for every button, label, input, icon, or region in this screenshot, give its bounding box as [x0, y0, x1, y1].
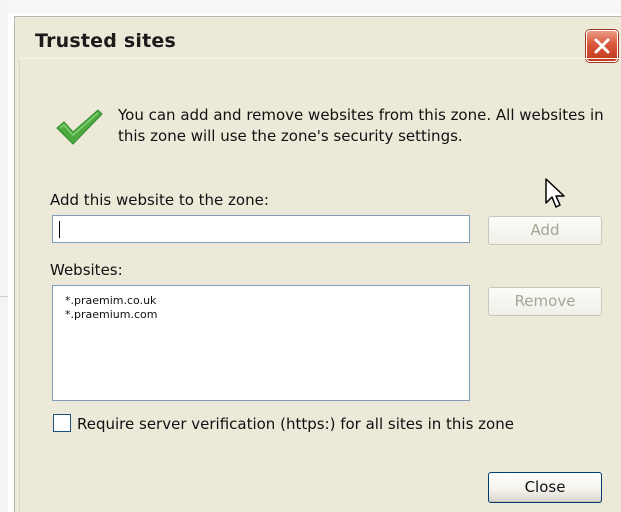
- list-item[interactable]: *.praemium.com: [65, 308, 469, 322]
- close-button[interactable]: Close: [488, 472, 602, 503]
- dialog-title: Trusted sites: [35, 30, 176, 52]
- list-item[interactable]: *.praemim.co.uk: [65, 294, 469, 308]
- websites-list[interactable]: *.praemim.co.uk *.praemium.com: [52, 285, 470, 401]
- remove-button[interactable]: Remove: [488, 287, 602, 316]
- add-website-label: Add this website to the zone:: [50, 191, 269, 209]
- green-checkmark-icon: [56, 109, 103, 145]
- https-checkbox-label[interactable]: Require server verification (https:) for…: [77, 415, 514, 433]
- background-top-strip: [0, 0, 621, 14]
- dialog-content: You can add and remove websites from thi…: [19, 58, 621, 512]
- background-divider: [0, 296, 8, 297]
- websites-label: Websites:: [50, 261, 123, 279]
- text-caret: [59, 221, 60, 238]
- mouse-pointer-icon: [545, 178, 565, 208]
- add-button[interactable]: Add: [488, 216, 602, 245]
- background-left-strip: [0, 0, 8, 512]
- title-bar: Trusted sites: [15, 17, 621, 62]
- intro-text: You can add and remove websites from thi…: [118, 106, 604, 145]
- https-checkbox[interactable]: [53, 414, 71, 432]
- add-website-input[interactable]: [52, 215, 470, 243]
- trusted-sites-dialog: Trusted sites You can add and remove web…: [14, 16, 621, 512]
